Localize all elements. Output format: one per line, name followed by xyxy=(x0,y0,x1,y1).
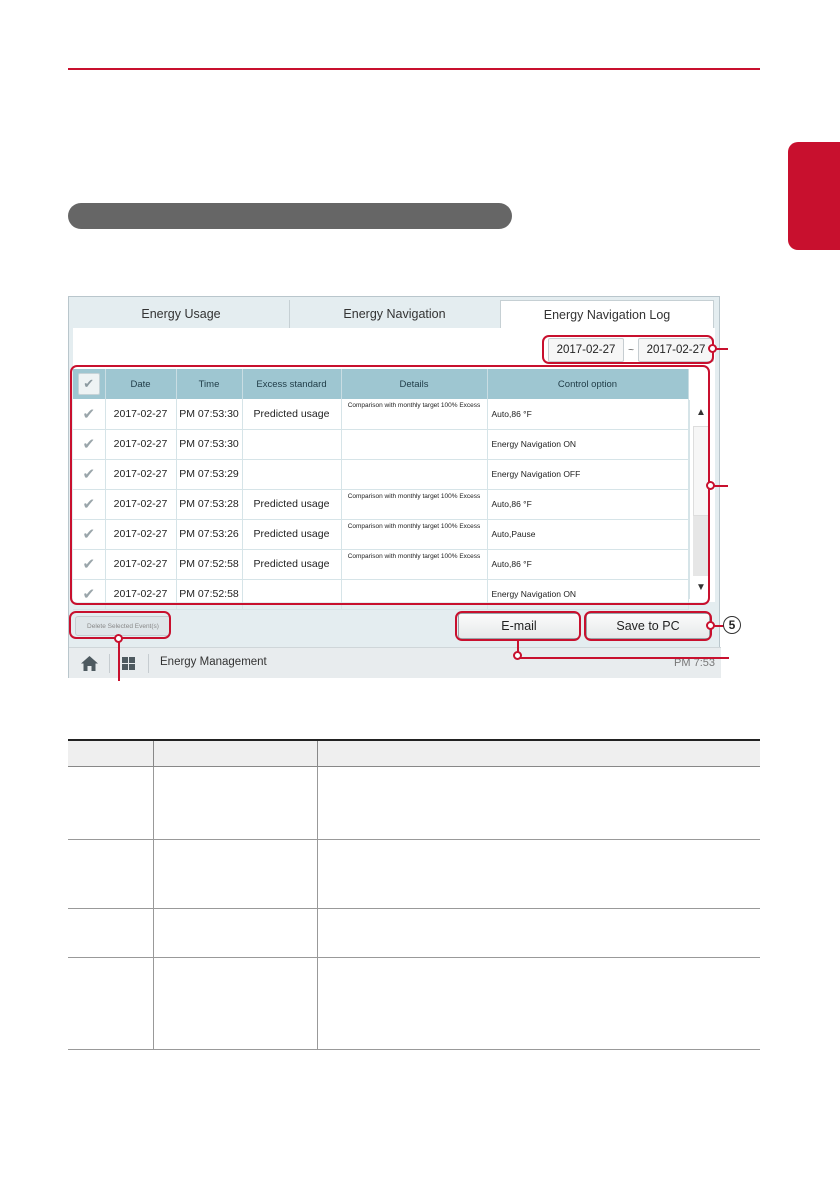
email-button-callout xyxy=(455,611,581,641)
save-button-callout xyxy=(584,611,712,641)
callout-dot xyxy=(513,651,522,660)
tab-energy-navigation-log[interactable]: Energy Navigation Log xyxy=(500,300,714,328)
callout-dot xyxy=(708,344,717,353)
description-row xyxy=(68,839,760,909)
description-row xyxy=(68,957,760,1050)
menu-grid-icon[interactable] xyxy=(122,657,135,670)
callout-dot xyxy=(706,481,715,490)
top-rule xyxy=(68,68,760,70)
section-heading-bar xyxy=(68,203,512,229)
callout-line xyxy=(517,657,729,659)
callout-dot xyxy=(114,634,123,643)
bar-divider xyxy=(109,654,110,673)
callout-number: 5 xyxy=(723,616,741,634)
tab-bar: Energy Usage Energy Navigation Energy Na… xyxy=(73,300,714,328)
description-row xyxy=(68,766,760,840)
callout-dot xyxy=(706,621,715,630)
description-row xyxy=(68,908,760,958)
description-table xyxy=(68,739,760,1050)
bottom-bar-title: Energy Management xyxy=(160,656,267,668)
bar-divider xyxy=(148,654,149,673)
date-range-callout xyxy=(542,335,714,364)
description-header-row xyxy=(68,739,760,767)
tab-energy-usage[interactable]: Energy Usage xyxy=(73,300,289,328)
callout-line xyxy=(118,639,120,681)
side-chapter-tab xyxy=(788,142,840,250)
home-icon[interactable] xyxy=(81,656,98,671)
table-callout xyxy=(70,365,710,605)
tab-energy-navigation[interactable]: Energy Navigation xyxy=(289,300,499,328)
bottom-bar: Energy Management PM 7:53 xyxy=(69,647,721,678)
